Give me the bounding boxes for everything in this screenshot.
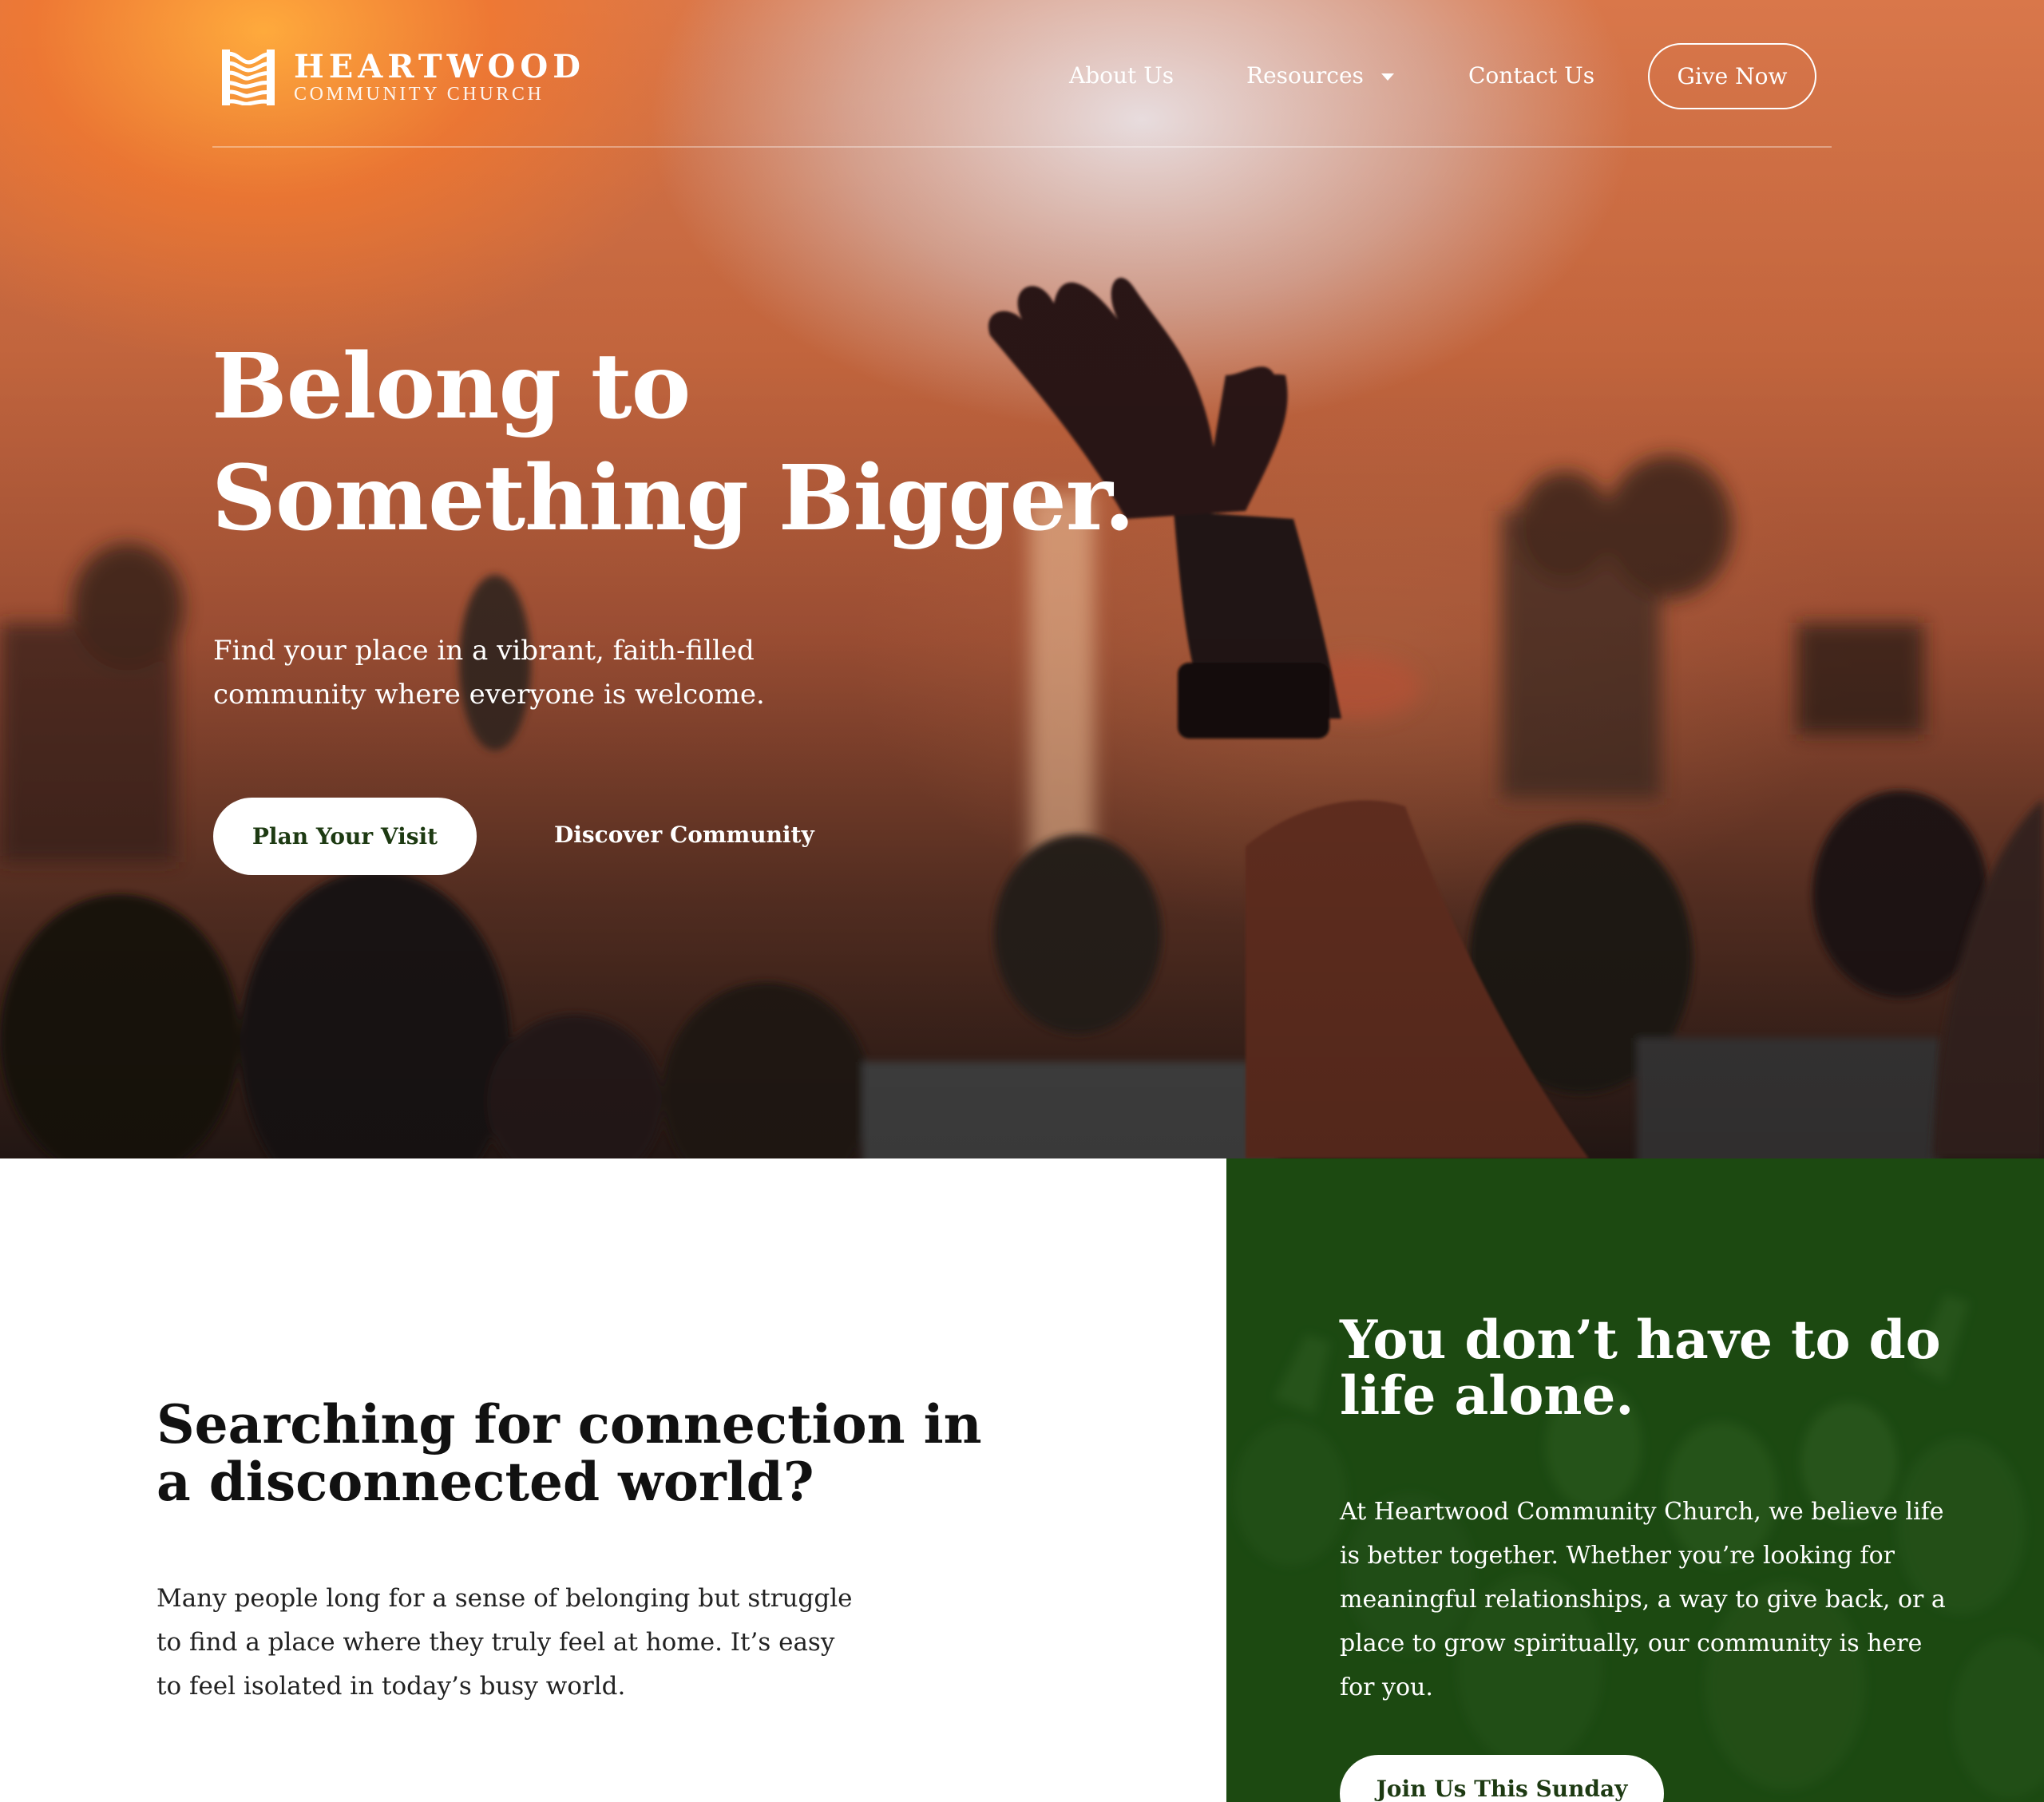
plan-your-visit-button[interactable]: Plan Your Visit <box>213 798 477 875</box>
give-now-button[interactable]: Give Now <box>1648 43 1816 109</box>
page: HEARTWOOD COMMUNITY CHURCH About Us Reso… <box>0 0 2044 1802</box>
together-title-line-1: You don’t have to do <box>1340 1309 1941 1371</box>
join-us-this-sunday-button[interactable]: Join Us This Sunday <box>1340 1755 1664 1802</box>
connection-section: Searching for connection in a disconnect… <box>0 1158 1226 1802</box>
hero-title-line-1: Belong to <box>212 335 691 439</box>
header-divider <box>212 146 1832 148</box>
connection-body: Many people long for a sense of belongin… <box>156 1584 853 1701</box>
hero-section: HEARTWOOD COMMUNITY CHURCH About Us Reso… <box>0 0 2044 1158</box>
hero-overlay <box>0 0 2044 1158</box>
together-title: You don’t have to do life alone. <box>1340 1312 1994 1424</box>
discover-community-link[interactable]: Discover Community <box>554 819 814 851</box>
connection-title-line-1: Searching for connection in <box>156 1393 982 1455</box>
hero-subtitle: Find your place in a vibrant, faith-fill… <box>213 629 788 717</box>
hero-title-line-2: Something Bigger. <box>212 446 1135 551</box>
nav-contact-us[interactable]: Contact Us <box>1468 62 1594 89</box>
together-title-line-2: life alone. <box>1340 1364 1634 1427</box>
together-section: You don’t have to do life alone. At Hear… <box>1226 1158 2044 1802</box>
hero-subtitle-line-1: Find your place in a vibrant, faith-fill… <box>213 635 755 667</box>
together-body: At Heartwood Community Church, we believ… <box>1340 1498 1946 1701</box>
connection-title: Searching for connection in a disconnect… <box>156 1396 1019 1511</box>
nav-resources[interactable]: Resources <box>1246 62 1394 89</box>
connection-title-line-2: a disconnected world? <box>156 1451 814 1513</box>
hero-title: Belong to Something Bigger. <box>212 331 1250 555</box>
main-nav: About Us Resources Contact Us Give Now <box>0 43 2044 109</box>
hero-subtitle-line-2: community where everyone is welcome. <box>213 679 765 711</box>
nav-resources-label: Resources <box>1246 62 1364 89</box>
chevron-down-icon <box>1380 73 1394 81</box>
nav-about-us[interactable]: About Us <box>1069 62 1174 89</box>
